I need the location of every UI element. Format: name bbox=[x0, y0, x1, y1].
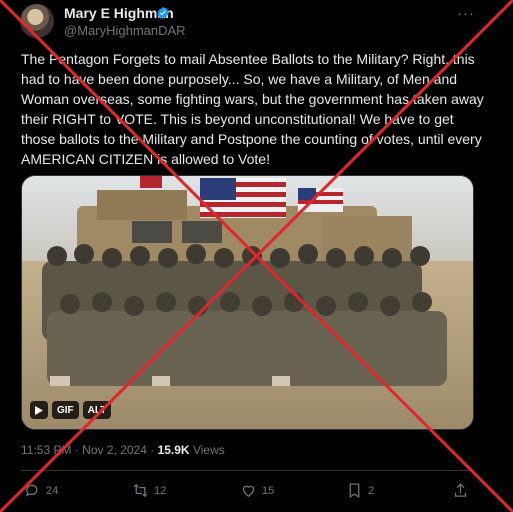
tweet-card: Mary E Highman @MaryHighmanDAR ··· The P… bbox=[0, 0, 513, 512]
bookmark-button[interactable]: 2 bbox=[346, 482, 374, 499]
repost-icon bbox=[133, 483, 148, 498]
tweet-media-gif[interactable] bbox=[21, 175, 474, 430]
bookmark-count: 2 bbox=[368, 484, 375, 497]
views-label: Views bbox=[192, 443, 225, 457]
avatar[interactable] bbox=[20, 4, 54, 38]
heart-icon bbox=[242, 485, 255, 497]
meta-separator: · bbox=[74, 443, 79, 457]
meta-separator-2: · bbox=[150, 443, 155, 457]
reply-count: 24 bbox=[46, 484, 59, 497]
repost-button[interactable]: 12 bbox=[132, 482, 166, 499]
play-icon[interactable] bbox=[30, 401, 48, 419]
repost-count: 12 bbox=[154, 484, 167, 497]
tweet-text: The Pentagon Forgets to mail Absentee Ba… bbox=[21, 51, 484, 167]
tweet-time[interactable]: 11:53 PM bbox=[21, 443, 71, 457]
alt-badge[interactable]: ALT bbox=[82, 401, 112, 419]
gif-badge: GIF bbox=[52, 401, 79, 419]
share-icon bbox=[454, 483, 467, 497]
divider bbox=[21, 470, 472, 471]
like-count: 15 bbox=[262, 484, 275, 497]
bookmark-icon bbox=[349, 483, 360, 499]
tweet-date[interactable]: Nov 2, 2024 bbox=[82, 443, 147, 457]
more-options-icon[interactable]: ··· bbox=[457, 5, 475, 22]
share-button[interactable] bbox=[452, 482, 469, 499]
verified-badge-icon bbox=[157, 6, 169, 20]
action-bar: 24 12 15 2 bbox=[0, 478, 513, 506]
reply-icon bbox=[25, 484, 38, 497]
gif-controls: GIF ALT bbox=[30, 401, 112, 419]
author-handle[interactable]: @MaryHighmanDAR bbox=[64, 23, 186, 38]
like-button[interactable]: 15 bbox=[240, 482, 274, 499]
views-count: 15.9K bbox=[157, 443, 190, 457]
soldiers-photo bbox=[22, 176, 473, 429]
tweet-meta: 11:53 PM · Nov 2, 2024 · 15.9K Views bbox=[21, 443, 225, 457]
reply-button[interactable]: 24 bbox=[24, 482, 58, 499]
